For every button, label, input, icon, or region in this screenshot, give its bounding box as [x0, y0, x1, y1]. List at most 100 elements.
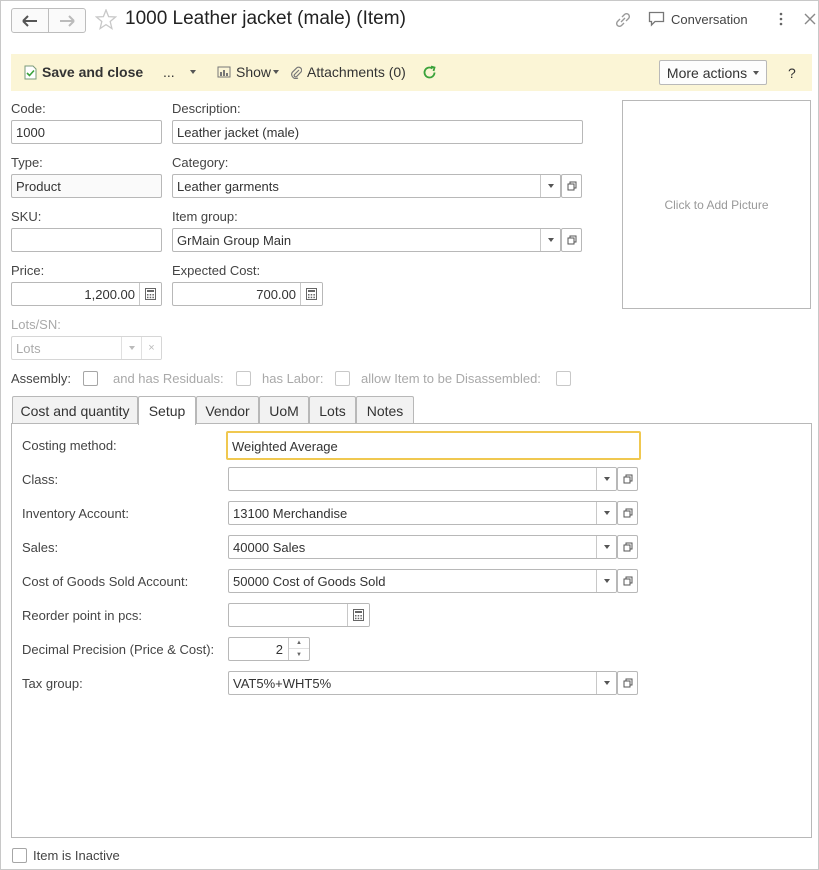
- price-field[interactable]: 1,200.00: [11, 282, 162, 306]
- item-inactive-checkbox[interactable]: [12, 848, 27, 863]
- calculator-button[interactable]: [300, 283, 322, 305]
- tab-lots[interactable]: Lots: [309, 396, 356, 424]
- link-icon[interactable]: [614, 11, 632, 32]
- dropdown-button[interactable]: [596, 536, 616, 558]
- dropdown-button[interactable]: [540, 175, 560, 197]
- kebab-menu-icon[interactable]: [777, 11, 785, 30]
- cogs-account-value: 50000 Cost of Goods Sold: [233, 574, 386, 589]
- chevron-down-icon: [603, 545, 610, 549]
- disassemble-label: allow Item to be Disassembled:: [361, 371, 541, 386]
- tax-group-select[interactable]: VAT5%+WHT5%: [228, 671, 617, 695]
- tab-uom[interactable]: UoM: [259, 396, 309, 424]
- reorder-point-field[interactable]: [228, 603, 370, 627]
- back-button[interactable]: [11, 8, 49, 33]
- item-group-select[interactable]: GrMain Group Main: [172, 228, 561, 252]
- chevron-down-icon: [603, 579, 610, 583]
- attachments-button[interactable]: Attachments (0): [290, 64, 406, 80]
- costing-method-label: Costing method:: [22, 438, 117, 453]
- calculator-icon: [353, 609, 364, 621]
- type-field[interactable]: Product: [11, 174, 162, 198]
- tab-setup[interactable]: Setup: [138, 396, 196, 425]
- calculator-button[interactable]: [347, 604, 369, 626]
- costing-method-field[interactable]: Weighted Average: [226, 431, 641, 460]
- cogs-account-select[interactable]: 50000 Cost of Goods Sold: [228, 569, 617, 593]
- attachments-label: Attachments (0): [307, 64, 406, 80]
- tax-group-value: VAT5%+WHT5%: [233, 676, 332, 691]
- report-icon: [217, 66, 231, 78]
- item-picture[interactable]: Click to Add Picture: [622, 100, 811, 309]
- stepper-buttons[interactable]: ▲ ▼: [288, 638, 309, 660]
- residuals-label: and has Residuals:: [113, 371, 224, 386]
- open-inventory-account-button[interactable]: [617, 501, 638, 525]
- chevron-down-icon: [273, 70, 280, 74]
- dropdown-button[interactable]: [540, 229, 560, 251]
- tab-cost-and-quantity[interactable]: Cost and quantity: [12, 396, 138, 424]
- calculator-icon: [306, 288, 317, 300]
- description-field[interactable]: Leather jacket (male): [172, 120, 583, 144]
- sales-label: Sales:: [22, 540, 59, 555]
- save-and-close-label: Save and close: [42, 64, 144, 80]
- dropdown-button: [121, 337, 141, 359]
- stepper-down-icon[interactable]: ▼: [289, 649, 309, 660]
- item-group-label: Item group:: [172, 209, 238, 224]
- residuals-checkbox: [236, 371, 251, 386]
- dropdown-button[interactable]: [596, 468, 616, 490]
- refresh-icon[interactable]: [422, 65, 437, 83]
- item-inactive-label: Item is Inactive: [33, 848, 120, 863]
- decimal-precision-stepper[interactable]: 2 ▲ ▼: [228, 637, 310, 661]
- chevron-down-icon: [128, 346, 135, 350]
- show-button[interactable]: Show: [217, 64, 280, 80]
- class-select[interactable]: [228, 467, 617, 491]
- more-commands-button[interactable]: ...: [163, 64, 196, 80]
- open-window-icon: [623, 474, 632, 484]
- conversation-button[interactable]: Conversation: [648, 11, 748, 27]
- open-item-group-button[interactable]: [561, 228, 582, 252]
- labor-label: has Labor:: [262, 371, 324, 386]
- category-select[interactable]: Leather garments: [172, 174, 561, 198]
- tab-notes[interactable]: Notes: [356, 396, 414, 424]
- dropdown-button[interactable]: [596, 672, 616, 694]
- open-cogs-account-button[interactable]: [617, 569, 638, 593]
- price-label: Price:: [11, 263, 45, 278]
- chevron-down-icon: [547, 184, 554, 188]
- chevron-down-icon: [547, 238, 554, 242]
- category-value: Leather garments: [177, 179, 279, 194]
- tab-vendor[interactable]: Vendor: [196, 396, 259, 424]
- expected-cost-field[interactable]: 700.00: [172, 282, 323, 306]
- close-icon[interactable]: [804, 13, 816, 28]
- chevron-down-icon: [603, 681, 610, 685]
- more-actions-button[interactable]: More actions: [659, 60, 767, 85]
- chat-bubble-icon: [648, 11, 665, 27]
- open-window-icon: [623, 678, 632, 688]
- paperclip-icon: [291, 66, 302, 79]
- save-doc-icon: [24, 65, 37, 79]
- arrow-right-icon: [60, 14, 75, 27]
- picture-placeholder: Click to Add Picture: [664, 197, 769, 212]
- open-tax-group-button[interactable]: [617, 671, 638, 695]
- help-button[interactable]: ?: [788, 65, 796, 81]
- open-window-icon: [623, 542, 632, 552]
- class-label: Class:: [22, 472, 59, 487]
- save-and-close-button[interactable]: Save and close: [24, 64, 143, 80]
- labor-checkbox: [335, 371, 350, 386]
- lots-sn-value: Lots: [16, 341, 41, 356]
- dropdown-button[interactable]: [596, 502, 616, 524]
- conversation-label: Conversation: [671, 11, 748, 27]
- open-class-button[interactable]: [617, 467, 638, 491]
- inventory-account-select[interactable]: 13100 Merchandise: [228, 501, 617, 525]
- forward-button[interactable]: [48, 8, 86, 33]
- assembly-checkbox[interactable]: [83, 371, 98, 386]
- calculator-button[interactable]: [139, 283, 161, 305]
- sales-select[interactable]: 40000 Sales: [228, 535, 617, 559]
- dropdown-button[interactable]: [596, 570, 616, 592]
- open-category-button[interactable]: [561, 174, 582, 198]
- category-label: Category:: [172, 155, 229, 170]
- open-sales-button[interactable]: [617, 535, 638, 559]
- inventory-account-label: Inventory Account:: [22, 506, 129, 521]
- code-field[interactable]: 1000: [11, 120, 162, 144]
- favorite-star-icon[interactable]: [94, 8, 118, 33]
- sku-field[interactable]: [11, 228, 162, 252]
- lots-sn-select: Lots ×: [11, 336, 162, 360]
- expected-cost-label: Expected Cost:: [172, 263, 261, 278]
- stepper-up-icon[interactable]: ▲: [289, 638, 309, 649]
